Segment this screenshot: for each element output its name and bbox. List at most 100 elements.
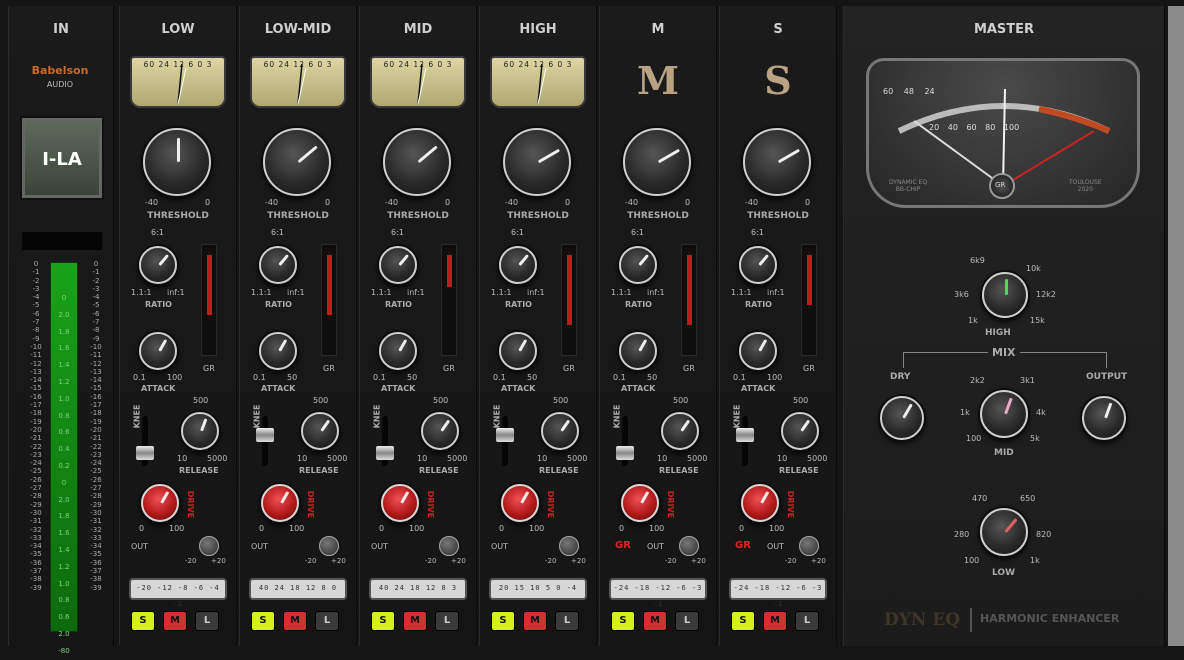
meter-label: 1.4: [58, 361, 70, 370]
scale-tick: -27: [90, 484, 102, 493]
solo-button[interactable]: S: [131, 611, 155, 631]
scale-tick: -6: [32, 309, 40, 318]
model-label: I-LA: [42, 149, 82, 170]
ratio-label: RATIO: [385, 300, 412, 309]
solo-button[interactable]: S: [251, 611, 275, 631]
mid-tr: 3k1: [1020, 376, 1035, 385]
output-trim-knob[interactable]: [799, 536, 819, 556]
knee-slider-cap[interactable]: [736, 428, 754, 442]
meter-label: 0.6: [58, 428, 70, 437]
output-trim-knob[interactable]: [199, 536, 219, 556]
band-vu-meter: 60 24 12 6 0 3: [250, 56, 346, 108]
scale-tick: -33: [90, 533, 102, 542]
meter-gr-button[interactable]: GR: [989, 173, 1015, 199]
listen-button[interactable]: L: [675, 611, 699, 631]
dry-knob[interactable]: [880, 396, 924, 440]
listen-button[interactable]: L: [195, 611, 219, 631]
high-freq-knob[interactable]: [982, 272, 1028, 318]
meter-label: 1.0: [58, 579, 70, 588]
ratio-knob[interactable]: [619, 246, 657, 284]
output-trim-knob[interactable]: [679, 536, 699, 556]
ratio-top: 6:1: [631, 228, 644, 237]
threshold-knob[interactable]: [143, 128, 211, 196]
attack-knob[interactable]: [619, 332, 657, 370]
gr-meter: [321, 244, 337, 356]
release-knob[interactable]: [661, 412, 699, 450]
listen-button[interactable]: L: [435, 611, 459, 631]
threshold-knob[interactable]: [263, 128, 331, 196]
solo-button[interactable]: S: [611, 611, 635, 631]
ratio-min: 1.1:1: [371, 288, 392, 297]
mute-button[interactable]: M: [643, 611, 667, 631]
mid-freq-knob[interactable]: [980, 390, 1028, 438]
gr-meter: [561, 244, 577, 356]
drive-knob[interactable]: [261, 484, 299, 522]
attack-label: ATTACK: [381, 384, 416, 393]
scale-tick: -6: [92, 309, 100, 318]
mute-button[interactable]: M: [763, 611, 787, 631]
knee-slider-cap[interactable]: [256, 428, 274, 442]
attack-knob[interactable]: [379, 332, 417, 370]
knee-slider-cap[interactable]: [376, 446, 394, 460]
ratio-knob[interactable]: [139, 246, 177, 284]
drive-knob[interactable]: [141, 484, 179, 522]
scale-tick: -2: [92, 276, 100, 285]
mute-button[interactable]: M: [403, 611, 427, 631]
output-trim-knob[interactable]: [559, 536, 579, 556]
ratio-knob[interactable]: [379, 246, 417, 284]
output-trim-knob[interactable]: [439, 536, 459, 556]
scale-tick: -20: [30, 425, 42, 434]
release-knob[interactable]: [301, 412, 339, 450]
solo-button[interactable]: S: [491, 611, 515, 631]
attack-min: 0.1: [493, 373, 506, 382]
drive-knob[interactable]: [621, 484, 659, 522]
listen-button[interactable]: L: [795, 611, 819, 631]
release-knob[interactable]: [421, 412, 459, 450]
mute-button[interactable]: M: [283, 611, 307, 631]
drive-knob[interactable]: [501, 484, 539, 522]
ratio-max: inf:1: [647, 288, 665, 297]
attack-max: 100: [167, 373, 183, 382]
release-knob[interactable]: [781, 412, 819, 450]
drive-max: 100: [649, 524, 665, 533]
release-knob[interactable]: [181, 412, 219, 450]
attack-knob[interactable]: [259, 332, 297, 370]
listen-button[interactable]: L: [555, 611, 579, 631]
scale-tick: -36: [30, 558, 42, 567]
drive-knob[interactable]: [381, 484, 419, 522]
scale-tick: -32: [30, 525, 42, 534]
mute-button[interactable]: M: [163, 611, 187, 631]
release-knob[interactable]: [541, 412, 579, 450]
low-freq-knob[interactable]: [980, 508, 1028, 556]
knee-slider-cap[interactable]: [136, 446, 154, 460]
knee-slider-cap[interactable]: [496, 428, 514, 442]
attack-knob[interactable]: [139, 332, 177, 370]
low-br: 1k: [1030, 556, 1040, 565]
attack-knob[interactable]: [499, 332, 537, 370]
output-trim-knob[interactable]: [319, 536, 339, 556]
release-max: 5000: [327, 454, 348, 463]
listen-button[interactable]: L: [315, 611, 339, 631]
threshold-max: 0: [205, 198, 211, 207]
knee-slider-cap[interactable]: [616, 446, 634, 460]
solo-button[interactable]: S: [731, 611, 755, 631]
drive-knob[interactable]: [741, 484, 779, 522]
band-vu-meter: 60 24 12 6 0 3: [130, 56, 226, 108]
threshold-knob[interactable]: [503, 128, 571, 196]
threshold-knob[interactable]: [623, 128, 691, 196]
release-min: 10: [657, 454, 668, 463]
threshold-knob[interactable]: [383, 128, 451, 196]
scale-tick: -5: [32, 301, 40, 310]
ratio-knob[interactable]: [499, 246, 537, 284]
attack-knob[interactable]: [739, 332, 777, 370]
model-badge[interactable]: I-LA: [22, 118, 102, 198]
attack-label: ATTACK: [501, 384, 536, 393]
solo-button[interactable]: S: [371, 611, 395, 631]
threshold-knob[interactable]: [743, 128, 811, 196]
out-min: -20: [425, 557, 437, 565]
ratio-knob[interactable]: [739, 246, 777, 284]
ratio-knob[interactable]: [259, 246, 297, 284]
output-knob[interactable]: [1082, 396, 1126, 440]
mute-button[interactable]: M: [523, 611, 547, 631]
scale-tick: -17: [90, 401, 102, 410]
